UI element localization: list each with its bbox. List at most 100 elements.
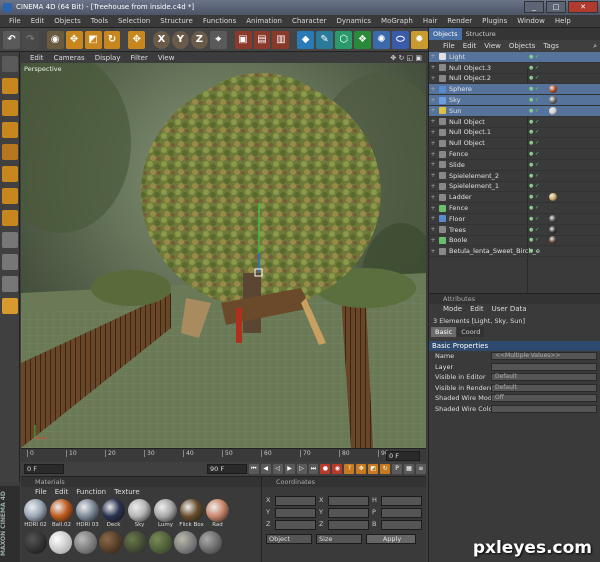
- material-swatch[interactable]: [128, 499, 151, 522]
- tab-objects[interactable]: Objects: [429, 28, 462, 40]
- material-swatch[interactable]: [74, 531, 97, 554]
- coordinate-input[interactable]: [380, 496, 422, 506]
- sculpt-icon[interactable]: [2, 298, 18, 314]
- attributes-menu-user-data[interactable]: User Data: [488, 305, 531, 313]
- viewport-menu-cameras[interactable]: Cameras: [49, 54, 90, 62]
- scale-key-icon[interactable]: ◩: [368, 464, 379, 474]
- coordinate-input[interactable]: [274, 520, 316, 530]
- materials-menu-function[interactable]: Function: [72, 488, 110, 496]
- material-item[interactable]: HDRI 03: [75, 497, 101, 528]
- object-mode-icon[interactable]: [2, 100, 18, 116]
- visibility-dots-icon[interactable]: ● ✓: [529, 75, 539, 81]
- object-row[interactable]: + Betula_lenta_Sweet_Birch_e ● ✓: [429, 246, 600, 258]
- visibility-dots-icon[interactable]: ● ✓: [529, 237, 539, 243]
- object-row[interactable]: + Trees ● ✓: [429, 225, 600, 236]
- coordinate-input[interactable]: [380, 520, 422, 530]
- material-swatch[interactable]: [102, 499, 125, 522]
- coordinate-input[interactable]: [274, 496, 316, 506]
- material-tag-icon[interactable]: [549, 85, 557, 94]
- visibility-dots-icon[interactable]: ● ✓: [529, 205, 539, 211]
- start-frame-field[interactable]: 0 F: [24, 464, 64, 474]
- menu-tools[interactable]: Tools: [86, 17, 113, 25]
- material-tag-icon[interactable]: [549, 106, 557, 115]
- coordinate-system-icon[interactable]: ⌖: [209, 30, 227, 49]
- expand-icon[interactable]: +: [429, 151, 437, 158]
- expand-icon[interactable]: +: [429, 161, 437, 168]
- snap-icon[interactable]: [2, 276, 18, 292]
- texture-mode-icon[interactable]: [2, 122, 18, 138]
- visibility-dots-icon[interactable]: ● ✓: [529, 227, 539, 233]
- material-swatch[interactable]: [49, 531, 72, 554]
- close-button[interactable]: ✕: [568, 1, 598, 13]
- coordinate-input[interactable]: [327, 496, 369, 506]
- expand-icon[interactable]: +: [429, 97, 437, 104]
- material-swatch[interactable]: [99, 531, 122, 554]
- timeline-menu-icon[interactable]: ≡: [415, 464, 426, 474]
- attributes-menu-edit[interactable]: Edit: [466, 305, 488, 313]
- object-row[interactable]: + Ladder ● ✓: [429, 192, 600, 204]
- viewport[interactable]: Perspective: [21, 63, 426, 448]
- materials-menu-file[interactable]: File: [31, 488, 51, 496]
- visibility-dots-icon[interactable]: ● ✓: [529, 173, 539, 179]
- attribute-value[interactable]: Default: [491, 383, 597, 392]
- expand-icon[interactable]: +: [429, 118, 437, 125]
- cube-icon[interactable]: ◆: [297, 30, 315, 49]
- prev-frame-icon[interactable]: ◀: [260, 464, 271, 474]
- menu-hair[interactable]: Hair: [418, 17, 442, 25]
- menu-dynamics[interactable]: Dynamics: [332, 17, 377, 25]
- expand-icon[interactable]: +: [429, 205, 437, 212]
- material-item[interactable]: Ball.02: [49, 497, 75, 528]
- end-frame-field[interactable]: 90 F: [207, 464, 247, 474]
- viewport-nav-icons[interactable]: ✥ ↻ ◱ ▣: [385, 54, 426, 62]
- grid-key-icon[interactable]: ▦: [404, 464, 414, 474]
- coordinate-input[interactable]: [274, 508, 316, 518]
- objects-menu-file[interactable]: File: [439, 42, 459, 50]
- menu-character[interactable]: Character: [287, 17, 332, 25]
- checker-icon[interactable]: [2, 254, 18, 270]
- goto-end-icon[interactable]: ⏭: [308, 464, 319, 474]
- menu-file[interactable]: File: [4, 17, 26, 25]
- visibility-dots-icon[interactable]: ● ✓: [529, 151, 539, 157]
- goto-start-icon[interactable]: ⏮: [248, 464, 259, 474]
- timeline[interactable]: 0 10 20 30 40 50 60 70 80 90 0 F: [21, 448, 426, 462]
- points-mode-icon[interactable]: [2, 166, 18, 182]
- array-icon[interactable]: ❖: [354, 30, 371, 49]
- deformer-icon[interactable]: ✺: [372, 30, 390, 49]
- render-view-icon[interactable]: ▣: [234, 30, 252, 49]
- apply-button[interactable]: Apply: [366, 534, 416, 544]
- menu-animation[interactable]: Animation: [241, 17, 287, 25]
- visibility-dots-icon[interactable]: ● ✓: [529, 86, 539, 92]
- menu-help[interactable]: Help: [550, 17, 576, 25]
- minimize-button[interactable]: _: [524, 1, 544, 13]
- menu-plugins[interactable]: Plugins: [477, 17, 512, 25]
- object-row[interactable]: + Floor ● ✓: [429, 214, 600, 225]
- visibility-dots-icon[interactable]: ● ✓: [529, 65, 539, 71]
- z-axis-icon[interactable]: Z: [190, 30, 208, 49]
- object-row[interactable]: + Null Object ● ✓: [429, 138, 600, 150]
- objects-menu-objects[interactable]: Objects: [505, 42, 539, 50]
- objects-menu-tags[interactable]: Tags: [539, 42, 563, 50]
- expand-icon[interactable]: +: [429, 194, 437, 201]
- param-key-icon[interactable]: P: [392, 464, 402, 474]
- material-swatch[interactable]: [50, 499, 73, 522]
- expand-icon[interactable]: +: [429, 129, 437, 136]
- material-tag-icon[interactable]: [549, 214, 557, 223]
- menu-edit[interactable]: Edit: [26, 17, 50, 25]
- attribute-value[interactable]: <<Multiple Values>>: [491, 352, 597, 361]
- expand-icon[interactable]: +: [429, 75, 437, 82]
- polygons-mode-icon[interactable]: [2, 210, 18, 226]
- rotate-key-icon[interactable]: ↻: [380, 464, 391, 474]
- material-item[interactable]: HDRI 02: [23, 497, 49, 528]
- material-swatch[interactable]: [154, 499, 177, 522]
- object-mode-select[interactable]: Object: [266, 534, 312, 544]
- object-row[interactable]: + Null Object.1 ● ✓: [429, 128, 600, 139]
- attribute-value[interactable]: [491, 404, 597, 413]
- model-mode-icon[interactable]: [2, 78, 18, 94]
- visibility-dots-icon[interactable]: ● ✓: [529, 248, 539, 254]
- attribute-value[interactable]: Off: [491, 394, 597, 403]
- expand-icon[interactable]: +: [429, 64, 437, 71]
- next-frame-icon[interactable]: ▷: [296, 464, 307, 474]
- scale-icon[interactable]: ◩: [84, 30, 102, 49]
- undo-icon[interactable]: ↶: [3, 30, 20, 49]
- expand-icon[interactable]: +: [429, 86, 437, 93]
